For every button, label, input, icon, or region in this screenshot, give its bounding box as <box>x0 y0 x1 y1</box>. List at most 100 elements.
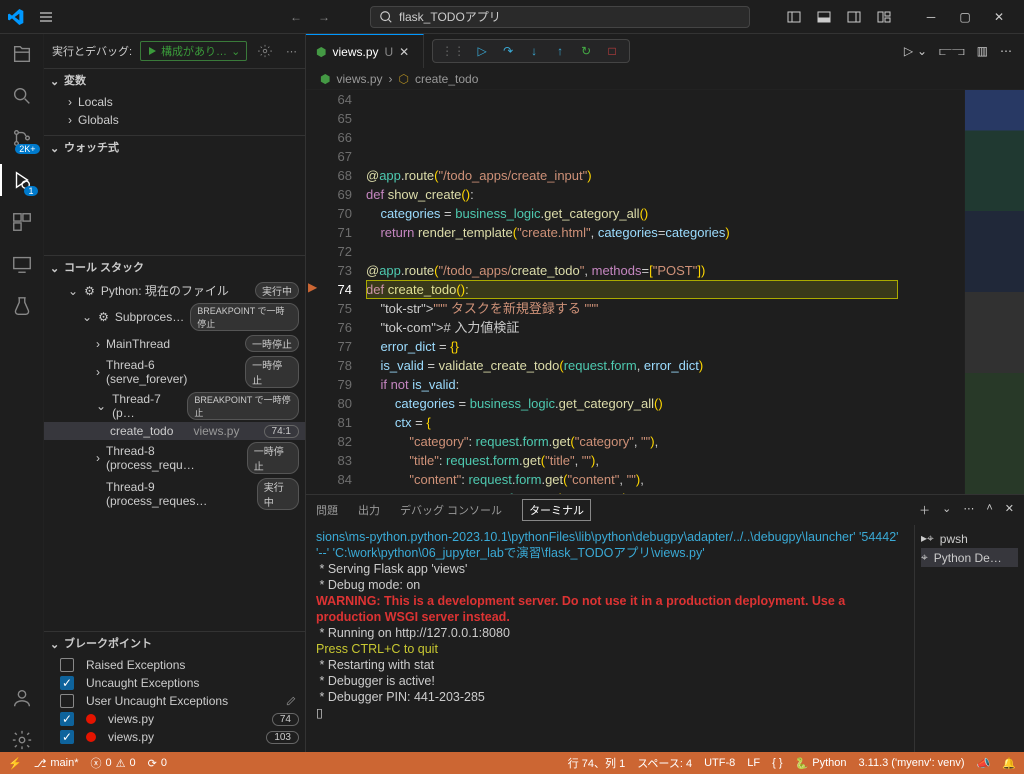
code-editor[interactable]: ▶ 64656667686970717273747576777879808182… <box>306 90 1024 494</box>
maximize-icon[interactable]: ▢ <box>948 3 982 31</box>
eol[interactable]: LF <box>747 757 760 769</box>
stack-frame[interactable]: create_todoviews.py74:1 <box>44 422 305 440</box>
stop-icon[interactable]: □ <box>603 42 621 60</box>
bp-file-line[interactable]: ✓views.py74 <box>44 710 305 728</box>
editor-tab[interactable]: ⬢ views.py U ✕ <box>306 34 424 68</box>
continue-icon[interactable]: ▷ <box>473 42 491 60</box>
language-mode[interactable]: 🐍 Python <box>795 757 847 770</box>
debug-toolbar[interactable]: ⋮⋮ ▷ ↷ ↓ ↑ ↻ □ <box>432 39 630 63</box>
stack-thread[interactable]: ›Thread-6 (serve_forever)一時停止 <box>44 354 305 390</box>
run-debug-icon[interactable]: 1 <box>10 168 34 192</box>
notifications-icon[interactable]: 🔔 <box>1002 757 1016 770</box>
python-interpreter[interactable]: 3.11.3 ('myenv': venv) <box>858 757 964 769</box>
watch-header[interactable]: ⌄ウォッチ式 <box>44 136 305 158</box>
checkbox-icon[interactable] <box>60 694 74 708</box>
bp-user-uncaught[interactable]: User Uncaught Exceptions <box>44 692 305 710</box>
breakpoints-header[interactable]: ⌄ブレークポイント <box>44 632 305 654</box>
split-icon[interactable]: ⫍⫎ <box>939 44 965 59</box>
warning-icon: ⚠ <box>116 757 126 770</box>
remote-indicator[interactable]: ⚡ <box>8 757 22 770</box>
ports-status[interactable]: ⟳0 <box>148 757 167 770</box>
stack-session[interactable]: ⌄⚙Python: 現在のファイル実行中 <box>44 280 305 301</box>
minimize-icon[interactable]: ─ <box>914 3 948 31</box>
restart-icon[interactable]: ↻ <box>577 42 595 60</box>
extensions-icon[interactable] <box>10 210 34 234</box>
nav-forward-icon[interactable]: → <box>314 7 334 27</box>
breadcrumb[interactable]: ⬢ views.py › ⬡ create_todo <box>306 68 1024 90</box>
checkbox-checked-icon[interactable]: ✓ <box>60 712 74 726</box>
breakpoint-dot-icon <box>86 732 96 742</box>
new-terminal-icon[interactable]: ＋ <box>919 502 930 518</box>
search-activity-icon[interactable] <box>10 84 34 108</box>
remote-icon[interactable] <box>10 252 34 276</box>
terminal-item[interactable]: ▸⌖pwsh <box>921 529 1018 548</box>
tab-terminal[interactable]: ターミナル <box>522 499 591 521</box>
maximize-panel-icon[interactable]: ˄ <box>986 502 992 518</box>
settings-gear-icon[interactable] <box>10 728 34 752</box>
testing-icon[interactable] <box>10 294 34 318</box>
menu-icon[interactable] <box>38 9 54 25</box>
layout-right-icon[interactable] <box>846 9 862 25</box>
explorer-icon[interactable] <box>10 42 34 66</box>
tab-problems[interactable]: 問題 <box>316 499 338 521</box>
step-into-icon[interactable]: ↓ <box>525 42 543 60</box>
chevron-down-icon[interactable]: ⌄ <box>942 502 951 518</box>
layout-bottom-icon[interactable] <box>816 9 832 25</box>
accounts-icon[interactable] <box>10 686 34 710</box>
indentation[interactable]: スペース: 4 <box>637 755 692 771</box>
terminal-item[interactable]: ⌖Python De… <box>921 548 1018 567</box>
braces-icon[interactable]: { } <box>772 757 782 769</box>
more-icon[interactable]: ⋯ <box>963 502 974 518</box>
search-icon <box>379 10 393 24</box>
stack-thread[interactable]: ›Thread-8 (process_requ…一時停止 <box>44 440 305 476</box>
gear-icon[interactable] <box>258 44 272 58</box>
bp-uncaught[interactable]: ✓Uncaught Exceptions <box>44 674 305 692</box>
status-bar: ⚡ ⎇main* ⓧ0 ⚠0 ⟳0 行 74、列 1 スペース: 4 UTF-8… <box>0 752 1024 774</box>
tree-item[interactable]: ›Locals <box>44 93 305 111</box>
stack-subprocess[interactable]: ⌄⚙Subproces…BREAKPOINT で一時停止 <box>44 301 305 333</box>
pencil-icon[interactable] <box>285 695 297 707</box>
debug-config-selector[interactable]: 構成があり… ⌄ <box>140 41 247 61</box>
variables-header[interactable]: ⌄変数 <box>44 69 305 91</box>
more-icon[interactable]: ⋯ <box>1000 44 1012 59</box>
terminal-output[interactable]: sions\ms-python.python-2023.10.1\pythonF… <box>306 525 914 752</box>
nav-back-icon[interactable]: ← <box>286 7 306 27</box>
activity-bar: 2K+ 1 <box>0 34 44 752</box>
command-center[interactable]: flask_TODOアプリ <box>370 6 750 28</box>
terminal-icon: ▸⌖ <box>921 531 934 546</box>
split-editor-icon[interactable]: ▥ <box>977 44 988 59</box>
bp-raised[interactable]: Raised Exceptions <box>44 656 305 674</box>
error-icon: ⓧ <box>91 755 102 771</box>
minimap[interactable] <box>964 90 1024 494</box>
stack-thread[interactable]: ›MainThread一時停止 <box>44 333 305 354</box>
stack-thread[interactable]: ›Thread-9 (process_reques…実行中 <box>44 476 305 512</box>
bottom-panel: 問題 出力 デバッグ コンソール ターミナル ＋ ⌄ ⋯ ˄ ✕ sions\m… <box>306 494 1024 752</box>
checkbox-icon[interactable] <box>60 658 74 672</box>
stack-thread[interactable]: ⌄Thread-7 (p…BREAKPOINT で一時停止 <box>44 390 305 422</box>
close-icon[interactable]: ✕ <box>399 45 413 59</box>
callstack-header[interactable]: ⌄コール スタック <box>44 256 305 278</box>
encoding[interactable]: UTF-8 <box>704 757 735 769</box>
problems-status[interactable]: ⓧ0 ⚠0 <box>91 755 136 771</box>
cursor-position[interactable]: 行 74、列 1 <box>568 755 625 771</box>
tree-item[interactable]: ›Globals <box>44 111 305 129</box>
bp-file-line[interactable]: ✓views.py103 <box>44 728 305 746</box>
close-window-icon[interactable]: ✕ <box>982 3 1016 31</box>
git-branch[interactable]: ⎇main* <box>34 757 79 770</box>
sidebar-title: 実行とデバッグ: <box>52 43 132 59</box>
step-over-icon[interactable]: ↷ <box>499 42 517 60</box>
tab-output[interactable]: 出力 <box>358 499 380 521</box>
tab-debug-console[interactable]: デバッグ コンソール <box>400 499 502 521</box>
step-out-icon[interactable]: ↑ <box>551 42 569 60</box>
source-control-icon[interactable]: 2K+ <box>10 126 34 150</box>
radio-icon: ⟳ <box>148 757 157 770</box>
layout-left-icon[interactable] <box>786 9 802 25</box>
more-icon[interactable]: ⋯ <box>286 45 297 58</box>
customize-layout-icon[interactable] <box>876 9 892 25</box>
checkbox-checked-icon[interactable]: ✓ <box>60 676 74 690</box>
close-panel-icon[interactable]: ✕ <box>1005 502 1014 518</box>
checkbox-checked-icon[interactable]: ✓ <box>60 730 74 744</box>
run-icon[interactable]: ▷ <box>904 44 913 59</box>
grip-icon[interactable]: ⋮⋮ <box>441 44 465 58</box>
feedback-icon[interactable]: 📣 <box>977 757 991 770</box>
